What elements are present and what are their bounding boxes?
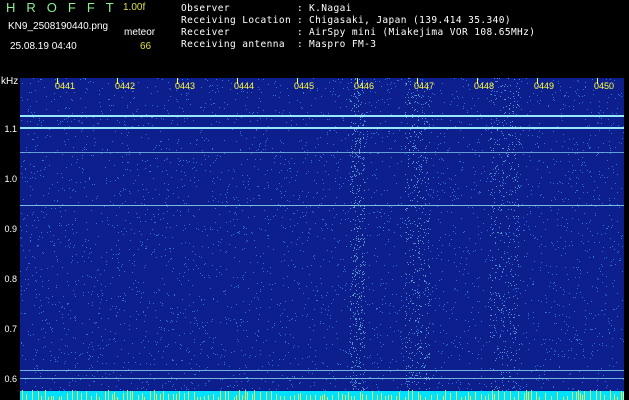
y-tick-label: 1.1 [4, 124, 17, 134]
info-sep: : [297, 15, 304, 26]
info-sep: : [297, 39, 304, 50]
carrier-trace [20, 205, 624, 206]
x-tick-label: 0442 [115, 81, 136, 91]
y-tick-label: 0.8 [4, 274, 17, 284]
y-tick-label: 0.7 [4, 324, 17, 334]
version-label: 1.00f [123, 2, 146, 13]
noise-speckle [20, 78, 624, 400]
x-tick-label: 0448 [474, 81, 495, 91]
meteor-label: meteor [124, 27, 156, 38]
info-key: Receiver [181, 27, 230, 38]
info-row-observer: Observer: K.Nagai [181, 3, 352, 14]
carrier-trace [20, 378, 624, 379]
info-row-location: Receiving Location: Chigasaki, Japan (139… [181, 15, 511, 26]
y-tick-label: 0.9 [4, 224, 17, 234]
x-tick-label: 0447 [414, 81, 435, 91]
x-tick-label: 0450 [594, 81, 615, 91]
y-axis-unit: kHz [1, 76, 19, 87]
info-value: K.Nagai [309, 3, 352, 14]
info-key: Receiving Location [181, 15, 292, 26]
info-value: AirSpy mini (Miakejima VOR 108.65MHz) [309, 27, 536, 38]
y-tick-label: 0.6 [4, 374, 17, 384]
filename-label: KN9_2508190440.png [8, 21, 109, 32]
carrier-trace [20, 370, 624, 371]
app-title: HROFFT [6, 0, 125, 15]
x-tick-label: 0443 [175, 81, 196, 91]
info-row-receiver: Receiver: AirSpy mini (Miakejima VOR 108.… [181, 27, 535, 38]
spectrogram-plot [20, 78, 624, 400]
noise-speckle [350, 78, 520, 400]
x-tick-label: 0445 [294, 81, 315, 91]
x-tick-label: 0444 [234, 81, 255, 91]
x-tick-label: 0449 [534, 81, 555, 91]
info-sep: : [297, 3, 304, 14]
spectrogram-canvas [20, 78, 624, 400]
info-key: Observer [181, 3, 230, 14]
info-value: Chigasaki, Japan (139.414 35.340) [309, 15, 511, 26]
datetime-label: 25.08.19 04:40 [10, 41, 77, 52]
info-sep: : [297, 27, 304, 38]
carrier-trace [20, 152, 624, 153]
info-row-antenna: Receiving antenna: Maspro FM-3 [181, 39, 376, 50]
x-tick-label: 0446 [354, 81, 375, 91]
y-tick-label: 1.0 [4, 174, 17, 184]
info-value: Maspro FM-3 [309, 39, 377, 50]
carrier-trace [20, 115, 624, 117]
x-tick-label: 0441 [55, 81, 76, 91]
meteor-count: 66 [140, 41, 152, 52]
carrier-trace [20, 127, 624, 129]
info-key: Receiving antenna [181, 39, 286, 50]
